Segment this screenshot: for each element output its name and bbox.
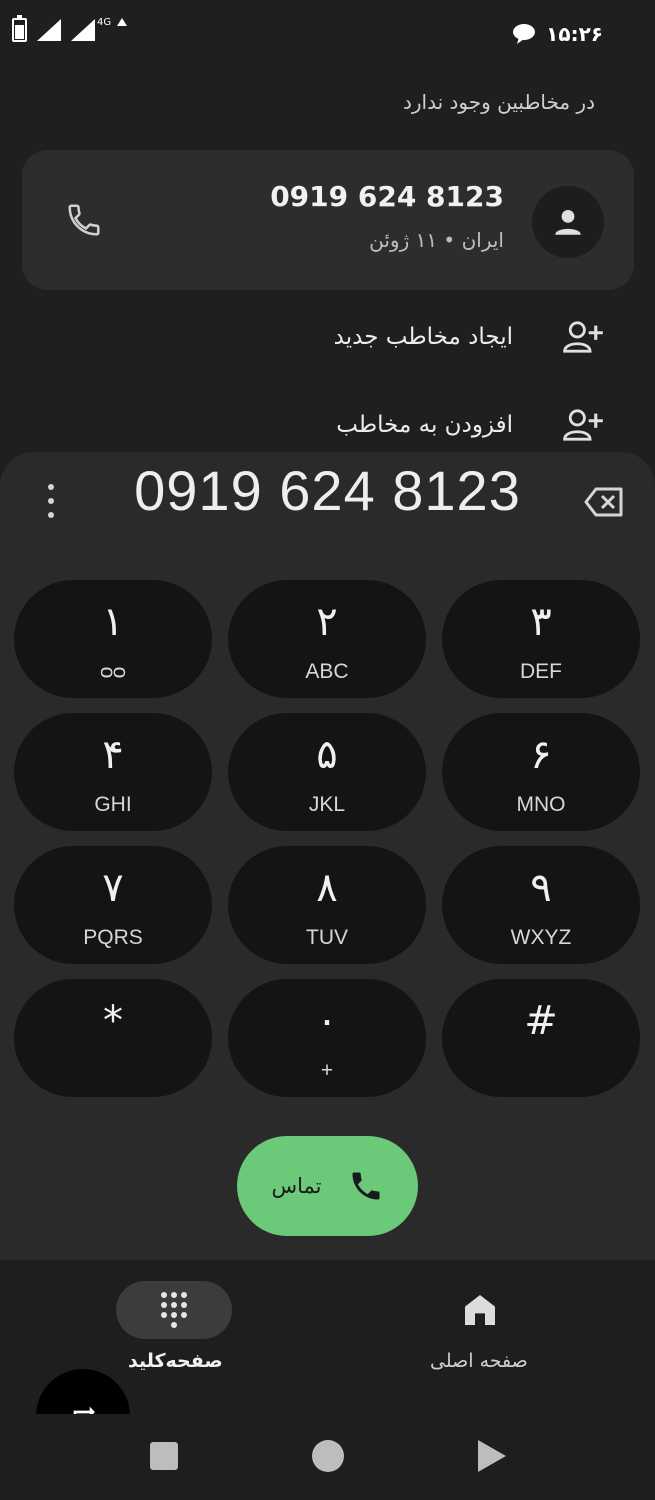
add-person-icon (563, 321, 603, 353)
key-digit: ۷ (102, 865, 124, 911)
key-3[interactable]: ۳ DEF (442, 580, 640, 698)
key-digit: ۱ (102, 599, 124, 645)
key-digit: ۸ (316, 865, 338, 911)
more-dot-icon (48, 512, 54, 518)
home-icon (465, 1295, 495, 1325)
key-digit: ۶ (530, 732, 552, 778)
nav-home-label[interactable]: صفحه اصلی (430, 1350, 528, 1372)
more-dot-icon (48, 484, 54, 490)
key-8[interactable]: ۸ TUV (228, 846, 426, 964)
key-letters: ABC (305, 660, 349, 683)
key-hash[interactable]: # (442, 979, 640, 1097)
call-label: تماس (271, 1174, 322, 1198)
dialpad-icon (161, 1292, 187, 1328)
status-bar: 4G ۱۵:۲۶ (0, 0, 655, 70)
key-7[interactable]: ۷ PQRS (14, 846, 212, 964)
more-options-button[interactable] (38, 484, 64, 518)
key-letters: PQRS (83, 926, 143, 949)
nav-home-button[interactable] (460, 1290, 500, 1330)
data-up-arrow-icon (117, 18, 128, 26)
create-new-contact-label: ایجاد مخاطب جدید (333, 324, 513, 350)
key-digit: ۰ (316, 998, 338, 1044)
key-letters: + (320, 1059, 334, 1082)
add-to-contact-label: افزودن به مخاطب (336, 412, 513, 438)
clock: ۱۵:۲۶ (546, 22, 603, 46)
phone-icon (68, 204, 100, 236)
back-button[interactable] (478, 1440, 506, 1472)
key-letters: WXYZ (510, 926, 572, 949)
key-1[interactable]: ۱ ᴑᴑ (14, 580, 212, 698)
key-star[interactable]: * (14, 979, 212, 1097)
signal-icon-2 (71, 19, 95, 41)
avatar (532, 186, 604, 258)
key-digit: ۵ (316, 732, 338, 778)
call-button[interactable]: تماس (237, 1136, 418, 1236)
key-letters: JKL (308, 793, 346, 816)
battery-icon (12, 15, 27, 42)
key-letters: TUV (306, 926, 348, 949)
recents-button[interactable] (150, 1442, 178, 1470)
signal-icon (37, 19, 61, 41)
create-new-contact-row[interactable]: ایجاد مخاطب جدید (334, 307, 605, 367)
not-in-contacts-text: در مخاطبین وجود ندارد (402, 90, 595, 114)
add-to-contact-row[interactable]: افزودن به مخاطب (336, 395, 605, 455)
person-icon (555, 209, 581, 235)
number-card[interactable]: 0919 624 8123 ایران • ۱۱ ژوئن (22, 150, 634, 290)
home-system-button[interactable] (312, 1440, 344, 1472)
add-person-icon (563, 409, 603, 441)
key-0[interactable]: ۰ + (228, 979, 426, 1097)
key-letters: MNO (516, 793, 566, 816)
key-digit: ۴ (102, 732, 124, 778)
key-2[interactable]: ۲ ABC (228, 580, 426, 698)
key-digit: # (524, 998, 558, 1044)
voicemail-icon: ᴑᴑ (100, 660, 126, 683)
backspace-button[interactable] (584, 486, 624, 518)
nav-keypad-button[interactable] (116, 1281, 232, 1339)
chat-bubble-icon (513, 24, 536, 44)
network-type-label: 4G (97, 16, 112, 28)
key-5[interactable]: ۵ JKL (228, 713, 426, 831)
key-digit: ۹ (530, 865, 552, 911)
dialed-number-display[interactable]: 0919 624 8123 (0, 458, 655, 523)
call-button-small[interactable] (62, 198, 106, 242)
backspace-icon (584, 487, 623, 517)
key-9[interactable]: ۹ WXYZ (442, 846, 640, 964)
key-digit: * (103, 998, 123, 1044)
status-icons-left: 4G (12, 15, 139, 42)
card-subtitle: ایران • ۱۱ ژوئن (369, 228, 504, 252)
status-icons-right: ۱۵:۲۶ (512, 22, 603, 46)
key-digit: ۳ (530, 599, 552, 645)
key-6[interactable]: ۶ MNO (442, 713, 640, 831)
key-4[interactable]: ۴ GHI (14, 713, 212, 831)
card-phone-number: 0919 624 8123 (270, 180, 504, 213)
key-letters: GHI (94, 793, 132, 816)
more-dot-icon (48, 498, 54, 504)
nav-keypad-label[interactable]: صفحه‌کلید (128, 1350, 223, 1372)
phone-icon (352, 1172, 380, 1200)
key-letters: DEF (520, 660, 562, 683)
key-digit: ۲ (316, 599, 338, 645)
